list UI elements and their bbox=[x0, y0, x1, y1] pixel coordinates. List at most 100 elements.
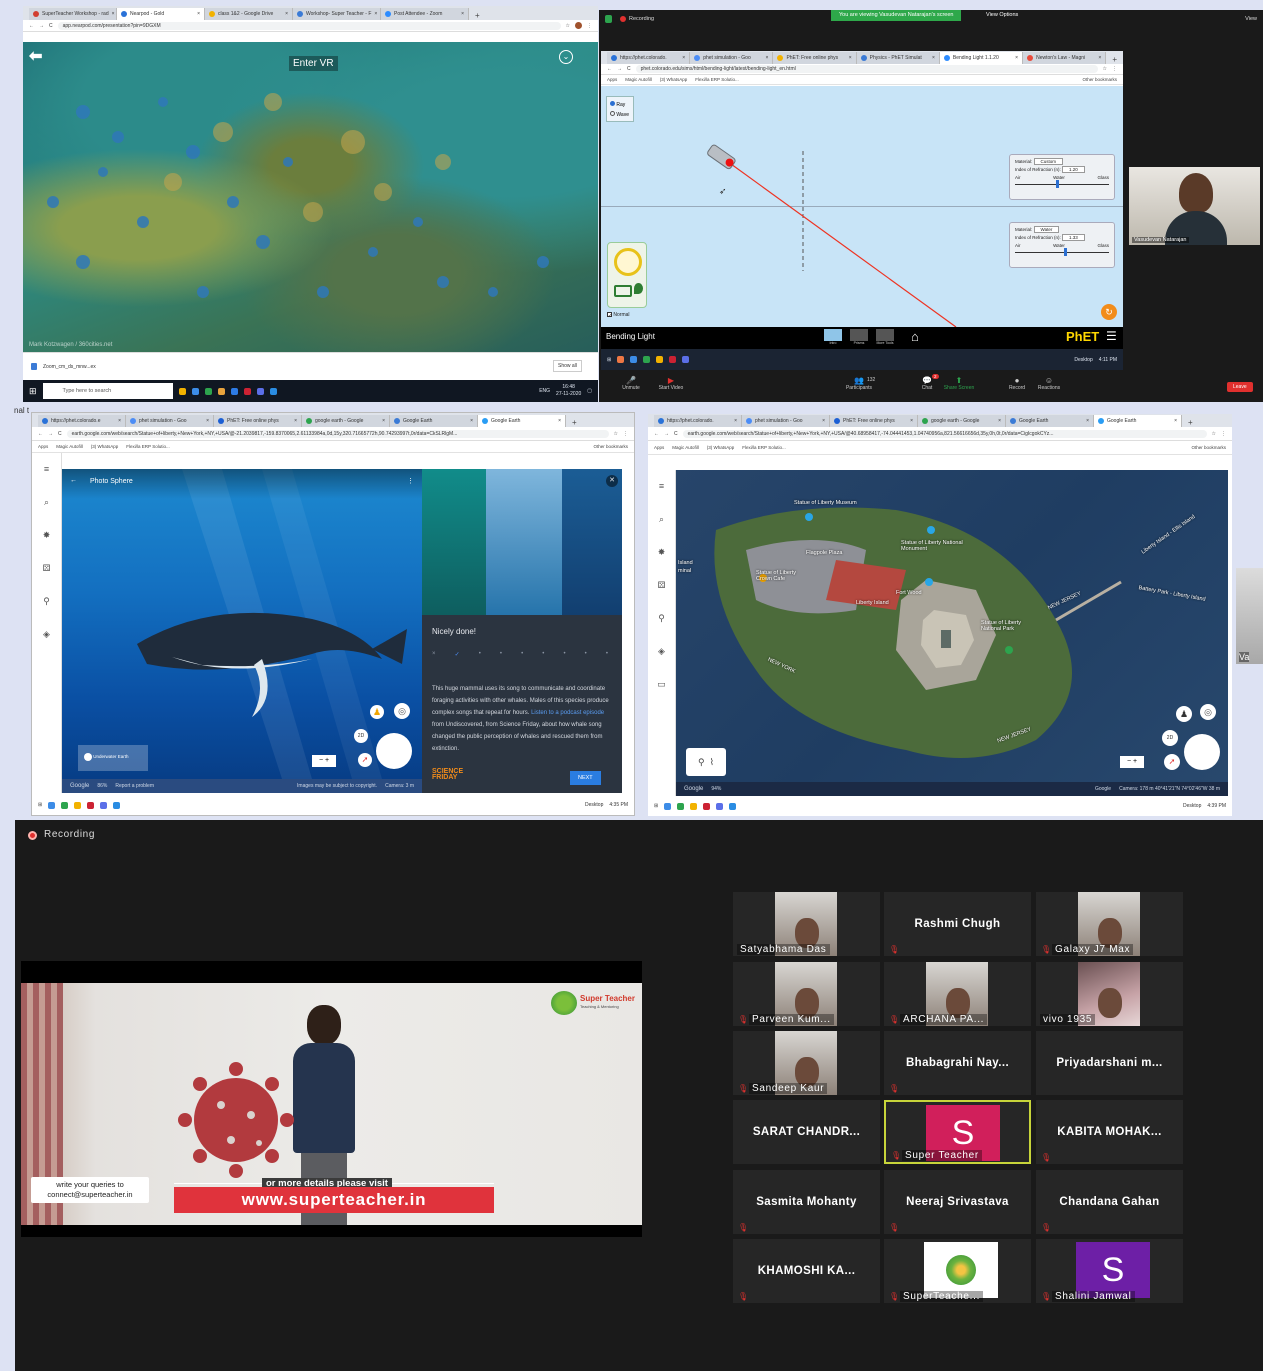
gallery-image[interactable] bbox=[486, 469, 562, 615]
bookmark-item[interactable]: Apps bbox=[38, 444, 48, 449]
url-field[interactable]: earth.google.com/web/search/Statue+of+li… bbox=[66, 429, 609, 438]
close-tab-icon[interactable]: × bbox=[682, 52, 685, 64]
hamburger-icon[interactable]: ☰ bbox=[1106, 329, 1117, 343]
participant-tile[interactable]: 🎙 Galaxy J7 Max bbox=[1036, 892, 1183, 956]
map-label[interactable]: Statue of Liberty Crown Cafe bbox=[756, 570, 812, 582]
new-tab-icon[interactable]: + bbox=[566, 418, 583, 427]
layers-icon[interactable]: ◈ bbox=[648, 635, 675, 668]
chevron-down-icon[interactable]: ⌄ bbox=[559, 50, 573, 64]
close-tab-icon[interactable]: × bbox=[1086, 415, 1089, 427]
menu-icon[interactable]: ⋮ bbox=[1112, 66, 1117, 72]
browser-tab[interactable]: SuperTeacher Workshop - rad × bbox=[29, 8, 117, 20]
zoom-control-share-screen[interactable]: ⬆ Share Screen bbox=[939, 376, 979, 391]
close-tab-icon[interactable]: × bbox=[197, 8, 200, 20]
new-tab-icon[interactable]: + bbox=[1106, 55, 1123, 64]
menu-icon[interactable]: ⋮ bbox=[587, 23, 592, 29]
start-icon[interactable]: ⊞ bbox=[654, 803, 658, 809]
material-select-top[interactable]: Custom bbox=[1033, 158, 1064, 165]
other-bookmarks[interactable]: Other bookmarks bbox=[1191, 445, 1226, 450]
browser-tab[interactable]: Workshop- Super Teacher - F × bbox=[293, 8, 381, 20]
bookmark-item[interactable]: (3) WhatsApp bbox=[91, 444, 119, 449]
map-label[interactable]: Liberty Island bbox=[856, 600, 906, 606]
back-icon[interactable]: ← bbox=[654, 431, 659, 437]
participant-tile[interactable]: Priyadarshani m... bbox=[1036, 1031, 1183, 1095]
phet-logo[interactable]: PhET bbox=[1066, 329, 1099, 344]
close-tab-icon[interactable]: × bbox=[382, 415, 385, 427]
show-all-link[interactable]: Show all bbox=[553, 360, 582, 372]
compass-icon[interactable]: ➚ bbox=[1164, 754, 1180, 770]
participant-tile[interactable]: Neeraj Srivastava 🎙 bbox=[884, 1170, 1031, 1234]
reload-icon[interactable]: C bbox=[49, 23, 53, 29]
pin-icon[interactable]: ⚲ bbox=[698, 757, 705, 768]
browser-tab[interactable]: Nearpod - Gold × bbox=[117, 8, 205, 20]
projects-icon[interactable]: ⚲ bbox=[648, 602, 675, 635]
layers-icon[interactable]: ◈ bbox=[32, 618, 61, 651]
zoom-control-start-video[interactable]: ▶ Start Video bbox=[651, 376, 691, 391]
bookmark-item[interactable]: Flexi/la ERP Solutio... bbox=[126, 444, 169, 449]
search-icon[interactable]: ⌕ bbox=[32, 486, 61, 519]
new-tab-icon[interactable]: + bbox=[1182, 418, 1199, 427]
bookmark-item[interactable]: Magic Autofill bbox=[625, 77, 652, 82]
bookmark-item[interactable]: (3) WhatsApp bbox=[707, 445, 735, 450]
close-tab-icon[interactable]: × bbox=[374, 8, 377, 20]
map-label[interactable]: Flagpole Plaza bbox=[806, 550, 856, 556]
screen-button[interactable]: More Tools bbox=[875, 329, 895, 345]
material-select-bottom[interactable]: Water bbox=[1033, 226, 1060, 233]
start-icon[interactable]: ⊞ bbox=[29, 386, 37, 397]
report-link[interactable]: Report a problem bbox=[115, 783, 154, 789]
location-icon[interactable]: ◎ bbox=[1200, 704, 1216, 720]
map-label[interactable]: Statue of Liberty National Monument bbox=[901, 540, 971, 552]
underwater-earth-card[interactable]: Underwater Earth bbox=[78, 745, 148, 771]
map-label[interactable]: Island bbox=[678, 560, 708, 566]
participant-tile[interactable]: Sasmita Mohanty 🎙 bbox=[733, 1170, 880, 1234]
vr-panorama[interactable]: ⬅ Enter VR ⌄ Mark Kotzwagen / 360cities.… bbox=[23, 42, 598, 352]
dice-icon[interactable]: ⚄ bbox=[32, 552, 61, 585]
compass-icon[interactable]: ➚ bbox=[358, 753, 372, 767]
menu-icon[interactable]: ⋮ bbox=[1221, 431, 1226, 437]
star-icon[interactable]: ☆ bbox=[1212, 431, 1216, 437]
browser-tab[interactable]: google earth - Google × bbox=[302, 415, 390, 427]
back-arrow-icon[interactable]: ← bbox=[70, 477, 77, 484]
location-icon[interactable]: ◎ bbox=[394, 703, 410, 719]
browser-tab[interactable]: Physics - PhET Simulat × bbox=[856, 52, 940, 64]
close-tab-icon[interactable]: × bbox=[734, 415, 737, 427]
new-tab-icon[interactable]: + bbox=[469, 11, 486, 20]
other-bookmarks[interactable]: Other bookmarks bbox=[1082, 77, 1117, 82]
bookmark-item[interactable]: Apps bbox=[607, 77, 617, 82]
bookmark-item[interactable]: Magic Autofill bbox=[56, 444, 83, 449]
bookmark-item[interactable]: Flexi/la ERP Solutio... bbox=[695, 77, 738, 82]
intensity-meter-icon[interactable] bbox=[614, 285, 632, 297]
projects-icon[interactable]: ⚲ bbox=[32, 585, 61, 618]
pegman-icon[interactable]: ♟ bbox=[1176, 706, 1192, 722]
browser-tab[interactable]: https://phet.colorado. × bbox=[654, 415, 742, 427]
participant-tile[interactable]: SARAT CHANDR... bbox=[733, 1100, 880, 1164]
probe-icon[interactable] bbox=[634, 283, 643, 294]
close-tab-icon[interactable]: × bbox=[822, 415, 825, 427]
zoom-control-unmute[interactable]: 🎤 Unmute bbox=[611, 376, 651, 391]
zoom-buttons[interactable]: − + bbox=[312, 755, 336, 767]
forward-icon[interactable]: → bbox=[39, 23, 44, 29]
close-tab-icon[interactable]: × bbox=[118, 415, 121, 427]
browser-tab[interactable]: Google Earth × bbox=[1094, 415, 1182, 427]
dice-icon[interactable]: ⚄ bbox=[648, 569, 675, 602]
back-icon[interactable]: ← bbox=[38, 431, 43, 437]
globe-icon[interactable] bbox=[376, 733, 412, 769]
zoom-buttons[interactable]: − + bbox=[1120, 756, 1144, 768]
browser-tab[interactable]: Bending Light 1.1.20 × bbox=[939, 52, 1024, 64]
menu-icon[interactable]: ⋮ bbox=[623, 431, 628, 437]
laser-icon[interactable] bbox=[706, 144, 736, 170]
browser-tab[interactable]: Newton's Law - Magni × bbox=[1023, 52, 1107, 64]
browser-tab[interactable]: https://phet.colorado.e × bbox=[38, 415, 126, 427]
close-tab-icon[interactable]: × bbox=[112, 8, 115, 20]
participant-tile[interactable]: 🎙 Parveen Kum... bbox=[733, 962, 880, 1026]
index-value-top[interactable]: 1.20 bbox=[1062, 166, 1085, 173]
bookmark-item[interactable]: (3) WhatsApp bbox=[660, 77, 688, 82]
close-tab-icon[interactable]: × bbox=[558, 415, 561, 427]
index-slider-top[interactable] bbox=[1015, 180, 1109, 190]
bookmark-item[interactable]: Apps bbox=[654, 445, 664, 450]
url-field[interactable]: phet.colorado.edu/sims/html/bending-ligh… bbox=[635, 65, 1098, 73]
participant-tile[interactable]: S 🎙 Shalini Jamwal bbox=[1036, 1239, 1183, 1303]
enter-vr-button[interactable]: Enter VR bbox=[289, 56, 338, 71]
edge-participant-thumb[interactable]: Va bbox=[1236, 568, 1263, 664]
gallery-image[interactable] bbox=[422, 469, 486, 615]
